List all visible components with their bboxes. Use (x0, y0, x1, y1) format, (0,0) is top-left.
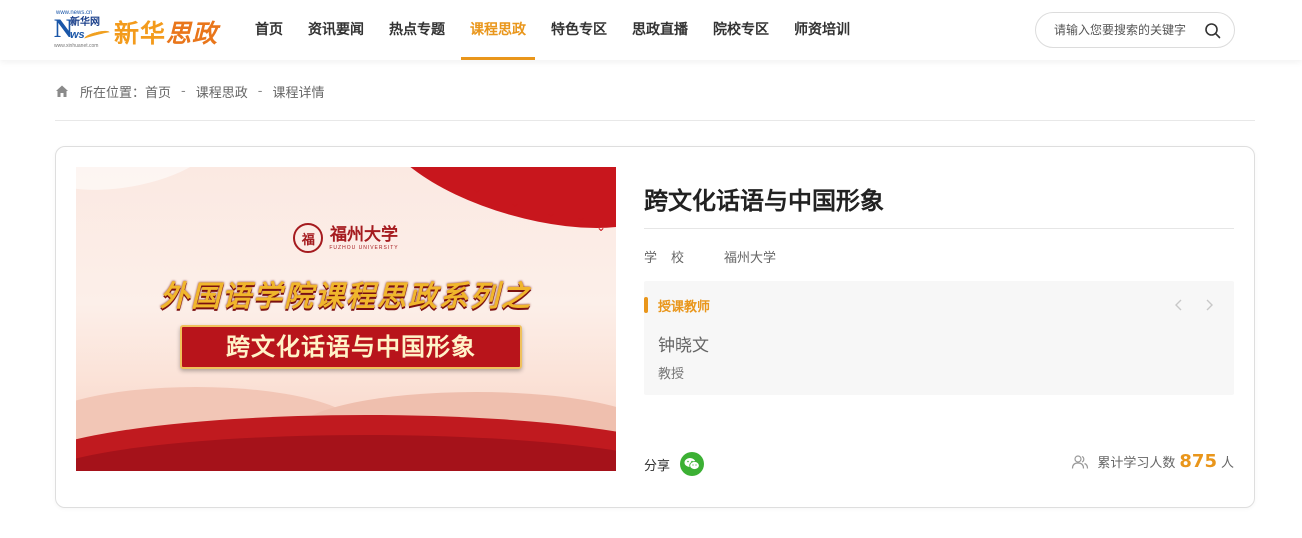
logo-bottom-url: www.xinhuanet.com (54, 43, 99, 49)
bird-icon: ⌄ (546, 206, 557, 220)
breadcrumb-home[interactable]: 首页 (145, 82, 171, 101)
logo-ws-letters: ws (70, 29, 85, 41)
university-en-name: FUZHOU UNIVERSITY (329, 245, 399, 251)
nav-item-home[interactable]: 首页 (246, 0, 292, 60)
search-icon[interactable] (1204, 22, 1221, 39)
course-cover-image[interactable]: ⌄ ⌄ ⌄ ⌄ ⌄ 福 福州大学 FUZHOU UNIVERSITY 外国语学院… (76, 167, 616, 471)
site-logo[interactable]: www.news.cn N 新华网 ws www.xinhuanet.com 新… (54, 10, 220, 50)
breadcrumb-prefix: 所在位置： (80, 85, 146, 101)
bird-icon: ⌄ (472, 182, 483, 196)
nav-item-courses[interactable]: 课程思政 (461, 0, 535, 60)
course-info: 跨文化话语与中国形象 学校 福州大学 授课教师 钟晓文 教授 分享 累计学习人数… (644, 167, 1234, 487)
nav-item-training[interactable]: 师资培训 (785, 0, 859, 60)
breadcrumb-separator: - (181, 83, 186, 99)
course-card: ⌄ ⌄ ⌄ ⌄ ⌄ 福 福州大学 FUZHOU UNIVERSITY 外国语学院… (55, 146, 1255, 508)
logo-brand: 新华思政 (114, 14, 218, 50)
cover-series-text: 外国语学院课程思政系列之 (159, 279, 532, 313)
chevron-right-icon[interactable] (1202, 297, 1216, 313)
home-icon (56, 85, 68, 97)
breadcrumb-courses[interactable]: 课程思政 (196, 82, 248, 101)
university-name: 福州大学 (329, 225, 398, 245)
accent-bar (644, 297, 648, 313)
cover-cloud (76, 167, 221, 203)
learners-count: 875 (1179, 451, 1217, 472)
logo-swoosh (83, 28, 111, 43)
school-label: 学校 (644, 251, 699, 266)
teacher-section-header: 授课教师 (644, 297, 711, 315)
chevron-left-icon[interactable] (1172, 297, 1186, 313)
breadcrumb-separator: - (257, 83, 263, 99)
nav-item-schools[interactable]: 院校专区 (704, 0, 778, 60)
title-divider (644, 228, 1234, 229)
school-value: 福州大学 (724, 251, 777, 266)
teacher-title: 教授 (658, 367, 685, 382)
teacher-panel: 授课教师 钟晓文 教授 (644, 281, 1234, 395)
cover-banner-text: 跨文化话语与中国形象 (226, 332, 476, 361)
main-nav: 首页 资讯要闻 热点专题 课程思政 特色专区 思政直播 院校专区 师资培训 (246, 0, 866, 60)
share-row: 分享 (644, 452, 705, 476)
nav-item-live[interactable]: 思政直播 (623, 0, 697, 60)
teacher-section-label: 授课教师 (658, 299, 711, 315)
cover-banner: 跨文化话语与中国形象 (180, 325, 522, 369)
wechat-icon[interactable] (680, 452, 705, 476)
learners-unit: 人 (1220, 456, 1234, 471)
cover-university-logo: 福 福州大学 FUZHOU UNIVERSITY (76, 223, 616, 253)
course-title: 跨文化话语与中国形象 (644, 187, 884, 215)
share-label: 分享 (644, 458, 671, 474)
university-seal-icon: 福 (293, 223, 324, 253)
learners-label: 累计学习人数 (1097, 456, 1176, 471)
teacher-name[interactable]: 钟晓文 (658, 331, 709, 356)
breadcrumb-divider (55, 120, 1255, 121)
breadcrumb-current: 课程详情 (272, 85, 325, 101)
nav-item-featured[interactable]: 特色专区 (542, 0, 616, 60)
breadcrumb: 所在位置： 首页 - 课程思政 - 课程详情 (54, 82, 325, 101)
school-row: 学校 福州大学 (644, 247, 776, 266)
logo-brand-part1: 新华 (114, 19, 167, 48)
people-icon (1072, 454, 1089, 469)
learners-count-row: 累计学习人数 875 人 (1071, 451, 1234, 472)
logo-xinhua-small: 新华网 (70, 17, 100, 28)
search-box (1035, 12, 1235, 48)
nav-item-topics[interactable]: 热点专题 (380, 0, 454, 60)
logo-brand-part2: 思政 (166, 19, 219, 48)
bird-icon: ⌄ (510, 196, 521, 210)
search-input[interactable] (1054, 13, 1202, 47)
bird-icon: ⌄ (576, 210, 587, 224)
university-wordmark: 福州大学 FUZHOU UNIVERSITY (329, 225, 398, 251)
site-header: www.news.cn N 新华网 ws www.xinhuanet.com 新… (0, 0, 1302, 60)
nav-item-news[interactable]: 资讯要闻 (299, 0, 373, 60)
